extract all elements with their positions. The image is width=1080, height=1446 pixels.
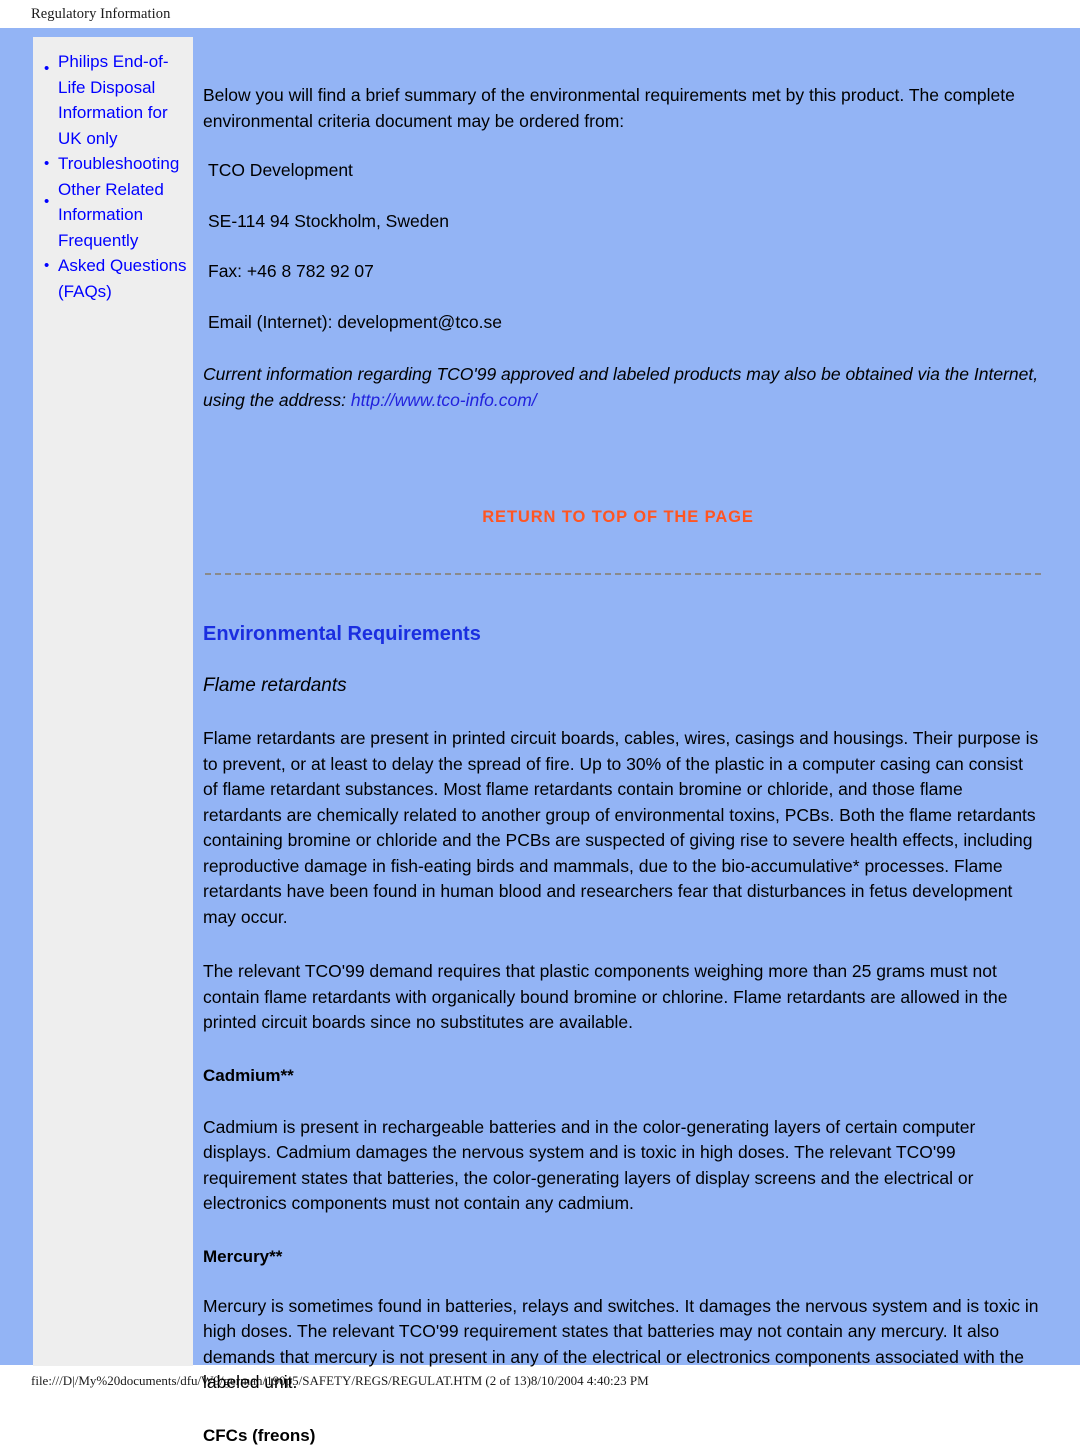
subheading-flame-retardants: Flame retardants bbox=[203, 675, 347, 696]
tco-address-block: TCO Development SE-114 94 Stockholm, Swe… bbox=[203, 134, 1041, 341]
sidebar-item-label[interactable]: Frequently Asked Questions (FAQs) bbox=[58, 231, 187, 301]
sidebar-navigation: Philips End-of-Life Disposal Information… bbox=[33, 37, 193, 1366]
sidebar-item-philips-disposal[interactable]: Philips End-of-Life Disposal Information… bbox=[33, 49, 193, 151]
flame-retardants-paragraph-1: Flame retardants are present in printed … bbox=[203, 728, 1039, 927]
address-fax: Fax: +46 8 782 92 07 bbox=[208, 261, 374, 281]
sidebar-item-label[interactable]: Philips End-of-Life Disposal Information… bbox=[58, 52, 169, 148]
sidebar-item-faqs[interactable]: Frequently Asked Questions (FAQs) bbox=[33, 228, 193, 305]
sidebar-item-label[interactable]: Troubleshooting bbox=[58, 154, 179, 173]
page-header: Regulatory Information bbox=[0, 0, 1080, 28]
heading-mercury: Mercury** bbox=[203, 1246, 283, 1266]
address-email: Email (Internet): development@tco.se bbox=[208, 311, 503, 332]
heading-cadmium: Cadmium** bbox=[203, 1065, 294, 1085]
lead-paragraph: Below you will find a brief summary of t… bbox=[203, 85, 1015, 131]
heading-cfcs: CFCs (freons) bbox=[203, 1425, 316, 1445]
page-body: Philips End-of-Life Disposal Information… bbox=[0, 28, 1080, 1445]
main-content: Below you will find a brief summary of t… bbox=[203, 28, 1041, 1446]
tco-info-note-text: Current information regarding TCO'99 app… bbox=[203, 364, 1039, 410]
address-organization: TCO Development bbox=[208, 160, 353, 180]
tco-info-link[interactable]: http://www.tco-info.com/ bbox=[351, 390, 537, 410]
page-title: Regulatory Information bbox=[31, 5, 171, 22]
sidebar-list: Philips End-of-Life Disposal Information… bbox=[33, 37, 193, 304]
sidebar-item-label[interactable]: Other Related Information bbox=[58, 180, 164, 225]
flame-retardants-paragraph-2: The relevant TCO'99 demand requires that… bbox=[203, 961, 1008, 1032]
section-heading-environmental-requirements: Environmental Requirements bbox=[203, 623, 481, 645]
section-divider bbox=[205, 573, 1041, 575]
address-postal: SE-114 94 Stockholm, Sweden bbox=[208, 210, 449, 231]
tco-info-note: Current information regarding TCO'99 app… bbox=[203, 341, 1041, 413]
sidebar-item-troubleshooting[interactable]: Troubleshooting bbox=[33, 151, 193, 177]
sidebar-item-other-related-information[interactable]: Other Related Information bbox=[33, 177, 193, 228]
return-to-top-link[interactable]: RETURN TO TOP OF THE PAGE bbox=[203, 413, 1033, 527]
cadmium-paragraph: Cadmium is present in rechargeable batte… bbox=[203, 1116, 976, 1214]
mercury-paragraph: Mercury is sometimes found in batteries,… bbox=[203, 1295, 1039, 1393]
